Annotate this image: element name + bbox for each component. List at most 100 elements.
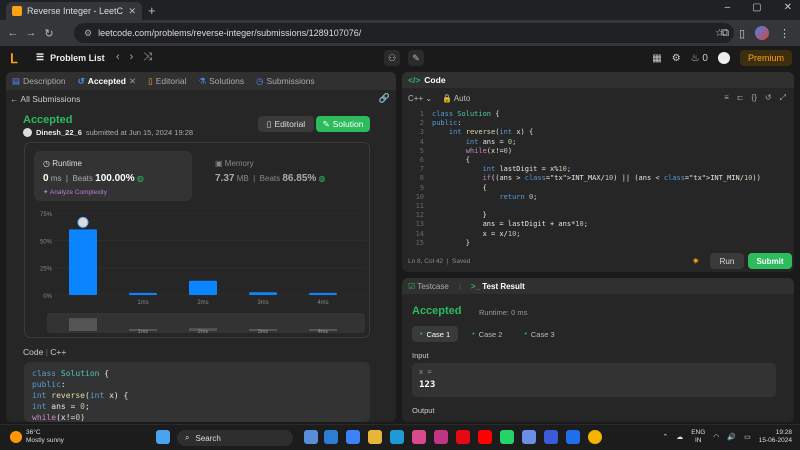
tab-editorial[interactable]: ▯ Editorial [148,76,186,87]
netflix-icon[interactable] [456,430,470,444]
case-tab-2[interactable]: • Case 2 [464,326,510,342]
new-tab-button[interactable]: + [148,3,156,18]
app-icon[interactable] [566,430,580,444]
meet-icon[interactable] [324,430,338,444]
windows-start-icon[interactable] [156,430,170,444]
site-info-icon[interactable]: ⚙ [84,28,92,39]
chart-bar[interactable] [189,280,217,295]
whatsapp-icon[interactable] [500,430,514,444]
code-editor[interactable]: 1 class Solution {2 public: 3 int reverse(i… [402,108,794,248]
file-explorer-icon[interactable] [368,430,382,444]
sun-icon [10,431,22,443]
url-input[interactable]: ⚙ leetcode.com/problems/reverse-integer/… [74,23,734,43]
code-line: x = x/10; [432,229,521,238]
battery-icon[interactable]: ▭ [744,433,751,441]
extensions-icon[interactable]: ⧉ [721,27,729,40]
username[interactable]: Dinesh_22_6 [36,128,82,137]
minimize-button[interactable]: – [725,2,731,13]
shuffle-icon[interactable]: ⤨ [143,51,152,64]
sparkle-icon: ✦ [43,189,50,196]
weather-widget[interactable]: 36°C Mostly sunny [10,429,64,445]
profile-avatar-icon[interactable] [755,26,769,40]
chart-bar[interactable] [69,229,97,295]
editorial-button[interactable]: ▯ Editorial [258,116,314,132]
fullscreen-icon[interactable]: ⤢ [780,93,786,103]
tab-accepted[interactable]: ↺ Accepted ✕ [78,76,137,87]
memory-card[interactable]: ▣ Memory 7.37 MB | Beats 86.85% ◍ [215,151,365,201]
app-icon[interactable] [522,430,536,444]
next-problem-icon[interactable]: › [130,51,134,64]
chrome-icon[interactable] [588,430,602,444]
auto-mode-toggle[interactable]: 🔒 Auto [442,94,470,103]
braces-icon[interactable]: {} [752,93,757,103]
tab-submissions[interactable]: ◷ Submissions [256,76,315,87]
code-line: } [432,211,487,220]
bookmark-icon[interactable]: ⊏ [737,93,744,103]
browser-tab[interactable]: Reverse Integer - LeetCode ✕ [6,2,142,20]
settings-gear-icon[interactable]: ⚙ [672,53,681,64]
case-tab-1[interactable]: • Case 1 [412,326,459,342]
user-avatar-icon[interactable] [717,52,730,64]
chart-bar[interactable] [249,292,277,295]
wifi-icon[interactable]: ◠ [713,433,719,441]
tab-testcase[interactable]: ☑ Testcase [408,282,449,291]
clock[interactable]: 19:28 15-06-2024 [759,429,792,445]
solution-button[interactable]: ✎ Solution [316,116,370,132]
reload-icon[interactable]: ↻ [40,27,58,40]
photos-icon[interactable] [412,430,426,444]
leetcode-logo-icon[interactable]: ᒪ [10,51,22,66]
language-indicator[interactable]: ENG IN [691,429,705,445]
youtube-icon[interactable] [478,430,492,444]
widgets-icon[interactable] [304,430,318,444]
notes-icon[interactable]: ✎ [408,50,424,66]
submit-button[interactable]: Submit [748,253,792,269]
instagram-icon[interactable] [434,430,448,444]
volume-icon[interactable]: 🔊 [727,433,736,441]
cloud-icon[interactable]: ☁ [676,433,683,441]
runtime-card[interactable]: ◷ Runtime 0 ms | Beats 100.00% ◍ ✦ Analy… [34,151,192,201]
edge-icon[interactable] [390,430,404,444]
chart-bar[interactable] [129,292,157,295]
app-icon[interactable] [544,430,558,444]
debugger-icon[interactable]: ✷ [692,256,700,267]
case-tab-3[interactable]: • Case 3 [516,326,562,342]
tab-close-icon[interactable]: ✕ [128,6,136,17]
problem-list-label: Problem List [50,52,105,63]
share-link-icon[interactable]: 🔗 [379,93,390,104]
chart-bar[interactable] [309,292,337,295]
chevron-up-icon[interactable]: ⌃ [662,433,668,441]
format-icon[interactable]: ≡ [724,93,729,103]
user-position-avatar [77,216,89,228]
reset-icon[interactable]: ↺ [765,93,772,103]
debug-icon[interactable]: ⚇ [384,50,400,66]
run-button[interactable]: Run [710,253,744,269]
code-line: while(x!=0) [32,413,86,422]
maximize-button[interactable]: ▢ [752,2,761,13]
browser-menu-icon[interactable]: ⋮ [779,27,790,40]
runtime-distribution-chart[interactable]: 0% 25% 50% 75% 1ms 2ms 3ms 4ms 1ms 2ms 3ms 4ms [25,205,371,339]
beats-badge-icon: ◍ [136,174,144,183]
fire-streak[interactable]: ♨ 0 [691,53,708,64]
prev-problem-icon[interactable]: ‹ [116,51,120,64]
search-label: Search [195,433,221,443]
all-submissions-link[interactable]: ← All Submissions [10,94,80,104]
tab-close-icon[interactable]: ✕ [129,76,136,87]
all-submissions-label: All Submissions [20,94,81,104]
language-select[interactable]: C++ ⌄ [408,94,432,103]
chevron-down-icon: ⌄ [425,94,433,103]
tab-description[interactable]: ▤ Description [12,76,66,87]
close-window-button[interactable]: ✕ [784,2,792,13]
tab-solutions[interactable]: ⚗ Solutions [198,76,244,87]
premium-button[interactable]: Premium [739,50,792,66]
tab-test-result[interactable]: >_ Test Result [471,282,525,291]
store-icon[interactable] [346,430,360,444]
user-avatar [23,128,32,137]
layout-grid-icon[interactable]: ▦ [652,53,661,64]
back-arrow-icon[interactable]: ← [4,27,22,39]
forward-arrow-icon[interactable]: → [22,27,40,39]
terminal-icon: >_ [470,281,483,291]
taskbar-search[interactable]: ⌕ Search [177,430,293,446]
sidebar-icon[interactable]: ▯ [739,27,745,40]
analyze-complexity-link[interactable]: ✦ Analyze Complexity [43,188,107,196]
problem-list-link[interactable]: ☰ Problem List [36,52,105,63]
